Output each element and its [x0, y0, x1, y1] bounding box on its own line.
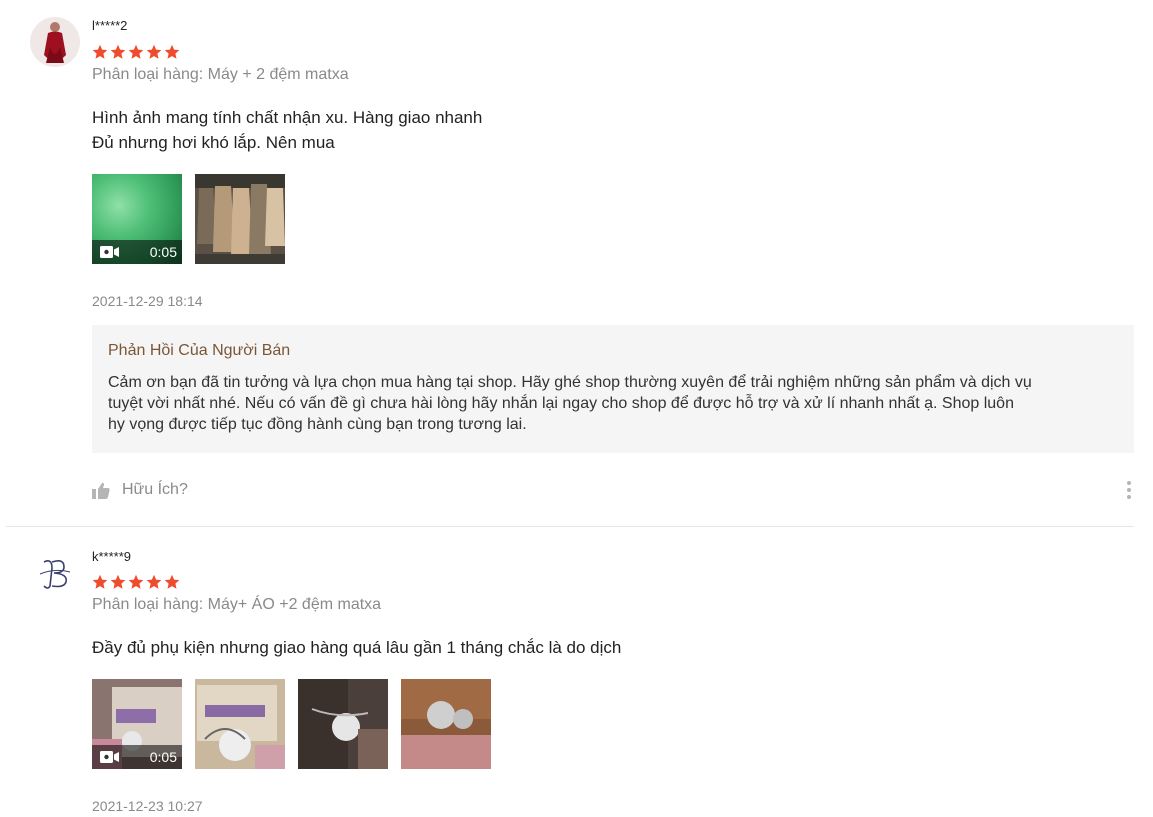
avatar[interactable]	[30, 17, 80, 67]
username[interactable]: l*****2	[92, 18, 127, 33]
review-content: Hình ảnh mang tính chất nhận xu. Hàng gi…	[92, 105, 482, 155]
video-overlay: 0:05	[92, 745, 182, 769]
review-content: Đầy đủ phụ kiện nhưng giao hàng quá lâu …	[92, 635, 621, 660]
star-icon	[164, 574, 180, 589]
review-media: 0:05	[92, 174, 285, 264]
review-content-line: Đầy đủ phụ kiện nhưng giao hàng quá lâu …	[92, 638, 622, 657]
seller-reply-line: tuyệt vời nhất nhé. Nếu có vấn đề gì chư…	[108, 395, 1014, 412]
star-icon	[92, 44, 108, 59]
seller-reply-line: hy vọng được tiếp tục đồng hành cùng bạn…	[108, 416, 527, 433]
helpful-button[interactable]: Hữu Ích?	[92, 481, 188, 499]
avatar[interactable]	[30, 548, 80, 598]
star-icon	[110, 44, 126, 59]
product-variant: Phân loại hàng: Máy+ ÁO +2 đệm matxa	[92, 596, 382, 613]
review-timestamp: 2021-12-23 10:27	[92, 798, 203, 814]
star-icon	[164, 44, 180, 59]
rating-stars	[92, 574, 180, 590]
video-overlay: 0:05	[92, 240, 182, 264]
review-content-line: Đủ nhưng hơi khó lắp. Nên mua	[92, 133, 335, 152]
video-camera-icon	[100, 246, 119, 258]
review-divider	[6, 526, 1134, 527]
rating-stars	[92, 44, 180, 60]
star-icon	[146, 44, 162, 59]
video-duration: 0:05	[149, 749, 177, 765]
video-camera-icon	[100, 751, 119, 763]
star-icon	[128, 44, 144, 59]
star-icon	[146, 574, 162, 589]
review-image-thumbnail[interactable]	[401, 679, 491, 769]
product-variant: Phân loại hàng: Máy + 2 đệm matxa	[92, 66, 349, 83]
thumbs-up-icon	[92, 482, 110, 499]
review-timestamp: 2021-12-29 18:14	[92, 293, 203, 309]
star-icon	[110, 574, 126, 589]
review-video-thumbnail[interactable]: 0:05	[92, 174, 182, 264]
seller-reply: Phản Hồi Của Người Bán Cảm ơn bạn đã tin…	[92, 325, 1134, 453]
star-icon	[128, 574, 144, 589]
seller-reply-text: Cảm ơn bạn đã tin tưởng và lựa chọn mua …	[108, 372, 1118, 435]
more-vertical-icon[interactable]	[1127, 481, 1131, 499]
review-video-thumbnail[interactable]: 0:05	[92, 679, 182, 769]
seller-reply-line: Cảm ơn bạn đã tin tưởng và lựa chọn mua …	[108, 374, 1032, 391]
review-image-thumbnail[interactable]	[195, 174, 285, 264]
review-media: 0:05	[92, 679, 491, 769]
review-content-line: Hình ảnh mang tính chất nhận xu. Hàng gi…	[92, 108, 483, 127]
review-image-thumbnail[interactable]	[195, 679, 285, 769]
username[interactable]: k*****9	[92, 549, 131, 564]
video-duration: 0:05	[149, 244, 177, 260]
helpful-label: Hữu Ích?	[122, 481, 188, 498]
seller-reply-title: Phản Hồi Của Người Bán	[108, 342, 291, 359]
star-icon	[92, 574, 108, 589]
review-image-thumbnail[interactable]	[298, 679, 388, 769]
